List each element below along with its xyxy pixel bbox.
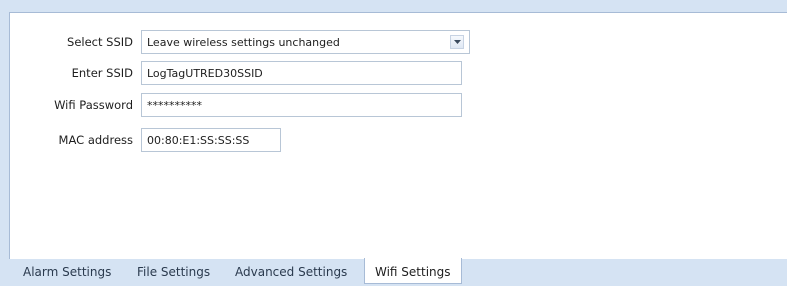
mac-address-field: 00:80:E1:SS:SS:SS xyxy=(141,128,281,152)
select-ssid-row: Select SSID Leave wireless settings unch… xyxy=(10,30,480,54)
wifi-password-row: Wifi Password ********** xyxy=(10,93,480,117)
enter-ssid-input[interactable]: LogTagUTRED30SSID xyxy=(141,61,462,85)
mac-address-row: MAC address 00:80:E1:SS:SS:SS xyxy=(10,128,310,152)
wifi-password-input[interactable]: ********** xyxy=(141,93,462,117)
select-ssid-label-wrap: Select SSID xyxy=(10,30,133,54)
enter-ssid-value: LogTagUTRED30SSID xyxy=(147,67,263,80)
select-ssid-label: Select SSID xyxy=(67,35,133,49)
chevron-down-icon xyxy=(453,40,461,44)
wifi-password-value: ********** xyxy=(147,99,202,112)
mac-address-label: MAC address xyxy=(58,133,133,147)
tab-alarm-settings[interactable]: Alarm Settings xyxy=(23,259,111,284)
wifi-password-label-wrap: Wifi Password xyxy=(10,93,133,117)
enter-ssid-row: Enter SSID LogTagUTRED30SSID xyxy=(10,61,480,85)
dropdown-button[interactable] xyxy=(450,35,464,49)
enter-ssid-label-wrap: Enter SSID xyxy=(10,61,133,85)
tab-wifi-settings[interactable]: Wifi Settings xyxy=(364,258,462,284)
mac-address-label-wrap: MAC address xyxy=(10,128,133,152)
settings-tab-bar: Alarm Settings File Settings Advanced Se… xyxy=(0,258,787,284)
enter-ssid-label: Enter SSID xyxy=(71,66,133,80)
tab-file-settings[interactable]: File Settings xyxy=(137,259,210,284)
wifi-settings-panel: Select SSID Leave wireless settings unch… xyxy=(9,12,787,259)
wifi-password-label: Wifi Password xyxy=(54,98,133,112)
select-ssid-dropdown[interactable]: Leave wireless settings unchanged xyxy=(141,30,470,54)
select-ssid-value: Leave wireless settings unchanged xyxy=(147,36,340,49)
tab-advanced-settings[interactable]: Advanced Settings xyxy=(235,259,347,284)
mac-address-value: 00:80:E1:SS:SS:SS xyxy=(147,134,250,147)
